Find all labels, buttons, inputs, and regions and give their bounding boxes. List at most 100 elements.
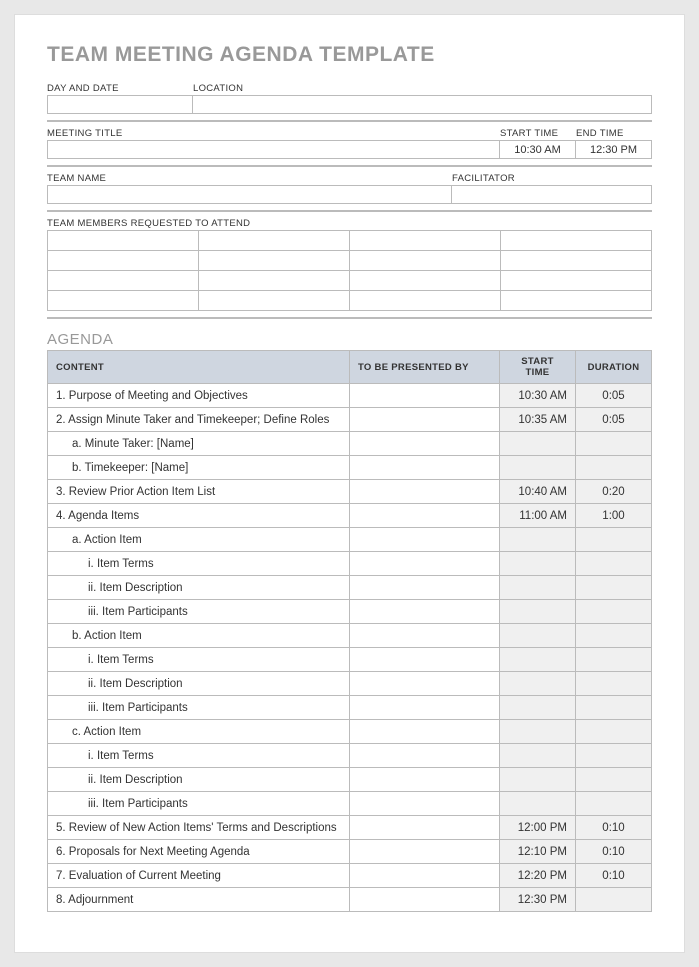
agenda-presenter[interactable] — [350, 696, 500, 720]
agenda-duration: 0:05 — [576, 384, 652, 408]
agenda-duration — [576, 576, 652, 600]
agenda-row: 4. Agenda Items 11:00 AM1:00 — [48, 504, 652, 528]
agenda-row: 7. Evaluation of Current Meeting 12:20 PM… — [48, 864, 652, 888]
agenda-row: 5. Review of New Action Items' Terms and… — [48, 816, 652, 840]
agenda-presenter[interactable] — [350, 408, 500, 432]
divider — [47, 165, 652, 167]
agenda-content: 5. Review of New Action Items' Terms and… — [48, 816, 350, 840]
agenda-duration — [576, 792, 652, 816]
agenda-presenter[interactable] — [350, 792, 500, 816]
agenda-content: i. Item Terms — [48, 552, 350, 576]
agenda-presenter[interactable] — [350, 384, 500, 408]
member-cell[interactable] — [350, 251, 501, 271]
agenda-start: 12:00 PM — [500, 816, 576, 840]
agenda-start: 10:35 AM — [500, 408, 576, 432]
member-cell[interactable] — [350, 291, 501, 311]
agenda-presenter[interactable] — [350, 888, 500, 912]
agenda-duration — [576, 600, 652, 624]
agenda-start — [500, 528, 576, 552]
label-day-date: DAY AND DATE — [47, 81, 193, 95]
agenda-duration — [576, 768, 652, 792]
agenda-content: 1. Purpose of Meeting and Objectives — [48, 384, 350, 408]
agenda-presenter[interactable] — [350, 720, 500, 744]
agenda-content: b. Action Item — [48, 624, 350, 648]
field-start-time[interactable]: 10:30 AM — [500, 140, 576, 159]
agenda-content: 6. Proposals for Next Meeting Agenda — [48, 840, 350, 864]
agenda-start — [500, 552, 576, 576]
agenda-row: 2. Assign Minute Taker and Timekeeper; D… — [48, 408, 652, 432]
field-location[interactable] — [193, 95, 652, 114]
agenda-start — [500, 576, 576, 600]
agenda-presenter[interactable] — [350, 432, 500, 456]
agenda-presenter[interactable] — [350, 504, 500, 528]
field-end-time[interactable]: 12:30 PM — [576, 140, 652, 159]
agenda-duration — [576, 696, 652, 720]
member-cell[interactable] — [48, 231, 199, 251]
agenda-row: b. Action Item — [48, 624, 652, 648]
agenda-duration: 0:05 — [576, 408, 652, 432]
agenda-content: 7. Evaluation of Current Meeting — [48, 864, 350, 888]
agenda-start: 11:00 AM — [500, 504, 576, 528]
agenda-presenter[interactable] — [350, 480, 500, 504]
agenda-presenter[interactable] — [350, 528, 500, 552]
member-cell[interactable] — [501, 251, 652, 271]
agenda-duration: 1:00 — [576, 504, 652, 528]
label-location: LOCATION — [193, 81, 652, 95]
member-cell[interactable] — [199, 251, 350, 271]
agenda-content: ii. Item Description — [48, 768, 350, 792]
label-start-time: START TIME — [500, 126, 576, 140]
agenda-presenter[interactable] — [350, 552, 500, 576]
member-cell[interactable] — [48, 271, 199, 291]
col-start: START TIME — [500, 351, 576, 384]
field-team-name[interactable] — [47, 185, 452, 204]
col-presented-by: TO BE PRESENTED BY — [350, 351, 500, 384]
agenda-content: a. Action Item — [48, 528, 350, 552]
member-cell[interactable] — [350, 271, 501, 291]
agenda-duration — [576, 552, 652, 576]
member-cell[interactable] — [199, 231, 350, 251]
field-day-date[interactable] — [47, 95, 193, 114]
member-cell[interactable] — [48, 291, 199, 311]
agenda-presenter[interactable] — [350, 840, 500, 864]
agenda-row: a. Minute Taker: [Name] — [48, 432, 652, 456]
agenda-presenter[interactable] — [350, 600, 500, 624]
agenda-start — [500, 456, 576, 480]
agenda-content: 4. Agenda Items — [48, 504, 350, 528]
member-cell[interactable] — [199, 291, 350, 311]
agenda-duration: 0:10 — [576, 816, 652, 840]
agenda-duration — [576, 648, 652, 672]
agenda-duration — [576, 456, 652, 480]
agenda-content: c. Action Item — [48, 720, 350, 744]
col-content: CONTENT — [48, 351, 350, 384]
agenda-row: c. Action Item — [48, 720, 652, 744]
agenda-duration: 0:10 — [576, 840, 652, 864]
agenda-start: 10:30 AM — [500, 384, 576, 408]
member-cell[interactable] — [199, 271, 350, 291]
agenda-start: 12:20 PM — [500, 864, 576, 888]
agenda-presenter[interactable] — [350, 456, 500, 480]
member-cell[interactable] — [48, 251, 199, 271]
member-cell[interactable] — [501, 271, 652, 291]
agenda-row: ii. Item Description — [48, 672, 652, 696]
agenda-content: a. Minute Taker: [Name] — [48, 432, 350, 456]
label-members: TEAM MEMBERS REQUESTED TO ATTEND — [47, 216, 652, 230]
member-cell[interactable] — [350, 231, 501, 251]
agenda-content: i. Item Terms — [48, 648, 350, 672]
agenda-start — [500, 744, 576, 768]
field-meeting-title[interactable] — [47, 140, 500, 159]
agenda-presenter[interactable] — [350, 864, 500, 888]
agenda-presenter[interactable] — [350, 648, 500, 672]
agenda-presenter[interactable] — [350, 624, 500, 648]
agenda-presenter[interactable] — [350, 744, 500, 768]
members-table — [47, 230, 652, 311]
agenda-presenter[interactable] — [350, 816, 500, 840]
member-cell[interactable] — [501, 291, 652, 311]
agenda-presenter[interactable] — [350, 768, 500, 792]
agenda-presenter[interactable] — [350, 672, 500, 696]
member-cell[interactable] — [501, 231, 652, 251]
agenda-presenter[interactable] — [350, 576, 500, 600]
field-facilitator[interactable] — [452, 185, 652, 204]
agenda-start — [500, 720, 576, 744]
agenda-row: iii. Item Participants — [48, 792, 652, 816]
agenda-start — [500, 600, 576, 624]
